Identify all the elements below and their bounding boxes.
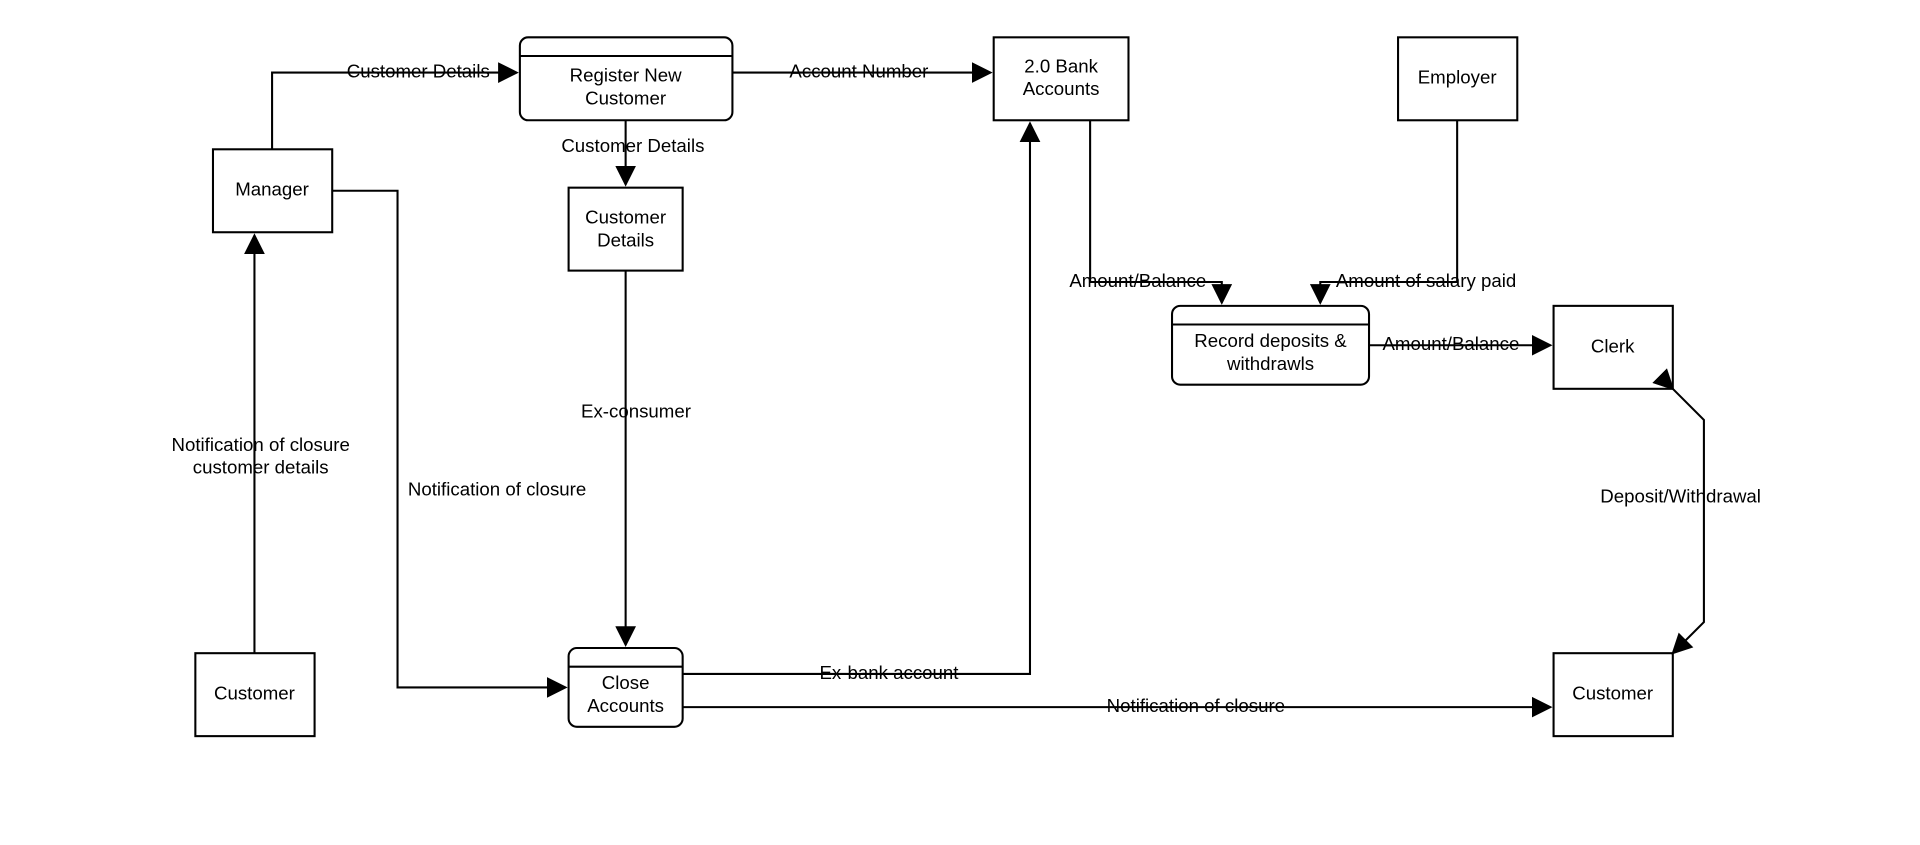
edge-custds-to-close-label: Ex-consumer [581,401,691,422]
dfd-diagram: Manager Customer Register New Customer C… [0,0,1920,845]
node-bank-accounts: 2.0 Bank Accounts [994,37,1129,120]
edge-bank-to-record: Amount/Balance [1069,120,1221,302]
edge-custds-to-close: Ex-consumer [581,271,691,645]
node-record-label-2: withdrawls [1226,353,1314,374]
edge-close-to-customerR-label: Notification of closure [1107,695,1285,716]
edge-clerk-customerR-label: Deposit/Withdrawal [1600,486,1761,507]
edge-clerk-customerR: Deposit/Withdrawal [1600,389,1761,653]
edge-customerL-to-manager-label-1: Notification of closure [171,434,349,455]
node-record-label-1: Record deposits & [1194,330,1347,351]
node-customer-right-label: Customer [1572,683,1653,704]
edge-manager-to-register-label: Customer Details [347,60,490,81]
node-register-label-1: Register New [570,65,683,86]
node-bank-label-2: Accounts [1023,78,1100,99]
edge-register-to-custds-label: Customer Details [561,135,704,156]
edge-register-to-bank-label: Account Number [789,60,928,81]
edge-record-to-clerk-label: Amount/Balance [1382,333,1519,354]
node-custds-label-1: Customer [585,207,666,228]
node-customer-left: Customer [195,653,314,736]
edge-record-to-clerk: Amount/Balance [1369,333,1550,354]
edge-close-to-customerR: Notification of closure [683,695,1551,716]
edge-manager-to-close: Notification of closure [332,191,586,688]
node-bank-label-1: 2.0 Bank [1024,55,1098,76]
edge-customerL-to-manager: Notification of closure customer details [171,235,349,653]
node-customer-left-label: Customer [214,683,295,704]
node-employer-label: Employer [1418,67,1497,88]
edge-register-to-custds: Customer Details [561,120,704,184]
node-close-accounts: Close Accounts [569,648,683,727]
edge-employer-to-record: Amount of salary paid [1320,120,1516,302]
node-customer-right: Customer [1554,653,1673,736]
edge-register-to-bank: Account Number [732,60,990,81]
node-close-label-1: Close [602,672,650,693]
edge-customerL-to-manager-label-2: customer details [193,457,329,478]
edge-close-to-bank: Ex-bank account [683,123,1030,682]
edge-bank-to-record-label: Amount/Balance [1069,270,1206,291]
node-manager: Manager [213,149,332,232]
node-manager-label: Manager [235,179,309,200]
node-employer: Employer [1398,37,1517,120]
node-customer-details-ds: Customer Details [569,188,683,271]
node-record-deposits-withdrawls: Record deposits & withdrawls [1172,306,1369,385]
edge-employer-to-record-label: Amount of salary paid [1336,270,1516,291]
node-clerk: Clerk [1554,306,1673,389]
node-register-new-customer: Register New Customer [520,37,733,120]
node-close-label-2: Accounts [587,695,664,716]
edge-close-to-bank-label: Ex-bank account [819,662,959,683]
node-clerk-label: Clerk [1591,335,1635,356]
edge-manager-to-close-label: Notification of closure [408,478,586,499]
node-custds-label-2: Details [597,229,654,250]
node-register-label-2: Customer [585,87,666,108]
edge-manager-to-register: Customer Details [272,60,517,149]
